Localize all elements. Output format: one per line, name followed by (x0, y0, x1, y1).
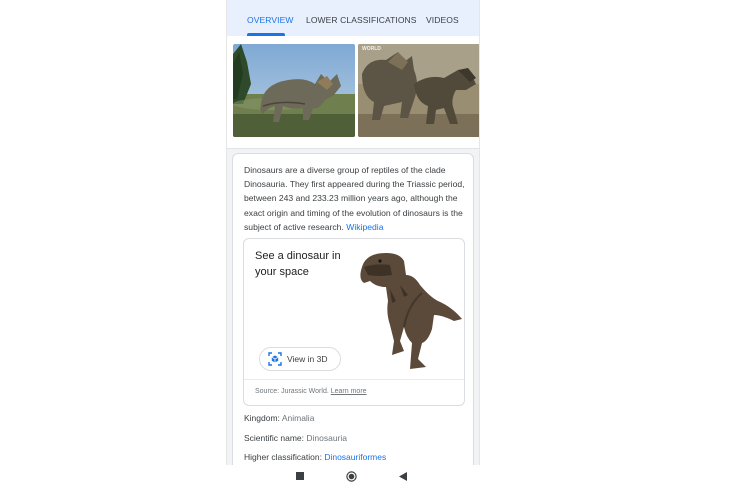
nav-home-icon[interactable] (346, 471, 357, 482)
nav-back-icon[interactable] (399, 472, 407, 481)
source-attribution: Source: Jurassic World. Learn more (255, 388, 367, 395)
wikipedia-link[interactable]: Wikipedia (346, 222, 383, 232)
dinosaur-fight-image (358, 44, 479, 137)
search-result-panel: OVERVIEW LOWER CLASSIFICATIONS VIDEOS WO… (226, 0, 480, 465)
android-navigation-bar (226, 465, 478, 487)
fact-higher-classification-label: Higher classification: (244, 452, 322, 462)
divider (244, 379, 464, 380)
view-in-3d-label: View in 3D (287, 354, 328, 364)
ar-card-title: See a dinosaur in your space (255, 250, 341, 278)
fact-scientific-name-value: Dinosauria (306, 433, 348, 443)
fact-kingdom: Kingdom: Animalia (244, 413, 314, 423)
tab-videos[interactable]: VIDEOS (426, 0, 459, 36)
view-in-3d-button[interactable]: View in 3D (259, 347, 341, 371)
fact-kingdom-label: Kingdom: (244, 413, 280, 423)
nav-recents-icon[interactable] (296, 472, 304, 480)
dinosaur-fight-image-thumbnail[interactable]: WORLD (358, 44, 479, 137)
dinosaur-image-thumbnail[interactable] (233, 44, 355, 137)
description-text: Dinosaurs are a diverse group of reptile… (244, 163, 466, 234)
centrosaurus-image (233, 44, 355, 137)
fact-scientific-name: Scientific name: Dinosauria (244, 433, 347, 443)
learn-more-link[interactable]: Learn more (331, 388, 367, 395)
tab-bar: OVERVIEW LOWER CLASSIFICATIONS VIDEOS (227, 0, 479, 37)
tab-lower-classifications[interactable]: LOWER CLASSIFICATIONS (306, 0, 417, 36)
knowledge-card: Dinosaurs are a diverse group of reptile… (232, 153, 474, 465)
fact-scientific-name-label: Scientific name: (244, 433, 304, 443)
tab-overview[interactable]: OVERVIEW (247, 0, 293, 36)
view-in-3d-icon (268, 352, 282, 366)
source-text: Source: Jurassic World. (255, 388, 329, 395)
image-gallery: WORLD (227, 36, 479, 149)
ar-preview-card: See a dinosaur in your space View in 3D … (243, 238, 465, 406)
fact-higher-classification: Higher classification: Dinosauriformes (244, 452, 386, 462)
image-watermark-caption: WORLD (362, 46, 381, 52)
fact-kingdom-value: Animalia (281, 413, 315, 423)
trex-3d-model-image[interactable] (356, 245, 464, 373)
fact-higher-classification-link[interactable]: Dinosauriformes (324, 452, 386, 462)
